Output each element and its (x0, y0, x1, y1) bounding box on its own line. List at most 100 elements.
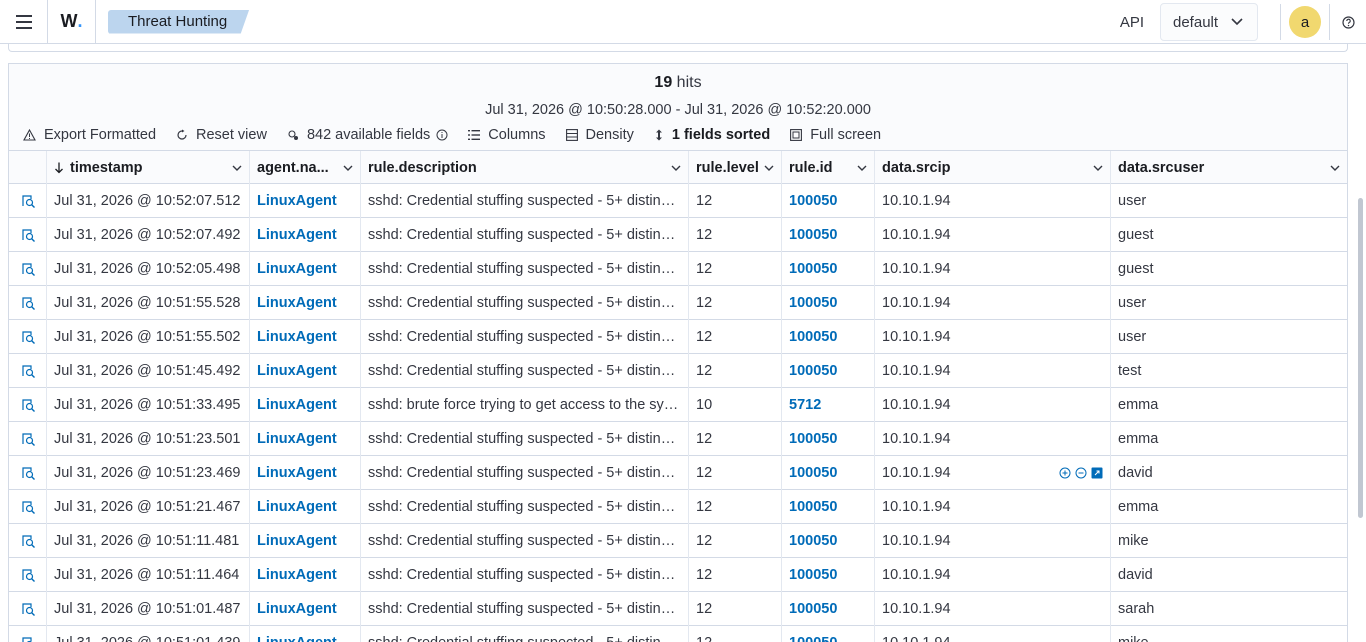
agent-link[interactable]: LinuxAgent (257, 567, 337, 583)
agent-link[interactable]: LinuxAgent (257, 431, 337, 447)
available-fields-button[interactable]: 842 available fields (287, 127, 448, 143)
rule-id-link[interactable]: 100050 (789, 499, 837, 515)
cell-rule-description[interactable]: sshd: Credential stuffing suspected - 5+… (361, 626, 689, 642)
column-header-rule-description[interactable]: rule.description (361, 151, 689, 185)
cell-agent-name[interactable]: LinuxAgent (250, 592, 361, 626)
full-screen-button[interactable]: Full screen (790, 127, 881, 143)
user-menu[interactable]: a (1281, 0, 1329, 44)
cell-data-srcuser[interactable]: emma (1111, 422, 1347, 456)
cell-timestamp[interactable]: Jul 31, 2026 @ 10:51:33.495 (47, 388, 250, 422)
inspect-button[interactable] (9, 592, 47, 626)
column-header-rule-id[interactable]: rule.id (782, 151, 875, 185)
cell-data-srcip[interactable]: 10.10.1.94 (875, 558, 1111, 592)
cell-timestamp[interactable]: Jul 31, 2026 @ 10:52:07.512 (47, 184, 250, 218)
rule-id-link[interactable]: 100050 (789, 261, 837, 277)
cell-data-srcuser[interactable]: david (1111, 456, 1347, 490)
cell-timestamp[interactable]: Jul 31, 2026 @ 10:51:01.487 (47, 592, 250, 626)
inspect-button[interactable] (9, 456, 47, 490)
cell-agent-name[interactable]: LinuxAgent (250, 286, 361, 320)
cell-rule-description[interactable]: sshd: Credential stuffing suspected - 5+… (361, 286, 689, 320)
cell-rule-description[interactable]: sshd: Credential stuffing suspected - 5+… (361, 524, 689, 558)
cell-data-srcip[interactable]: 10.10.1.94 (875, 388, 1111, 422)
cell-data-srcip[interactable]: 10.10.1.94 (875, 490, 1111, 524)
cell-agent-name[interactable]: LinuxAgent (250, 218, 361, 252)
inspect-button[interactable] (9, 422, 47, 456)
inspect-button[interactable] (9, 524, 47, 558)
cell-data-srcuser[interactable]: emma (1111, 490, 1347, 524)
inspect-button[interactable] (9, 252, 47, 286)
sort-fields-button[interactable]: 1 fields sorted (654, 127, 770, 143)
cell-data-srcuser[interactable]: mike (1111, 524, 1347, 558)
inspect-button[interactable] (9, 354, 47, 388)
cell-data-srcuser[interactable]: mike (1111, 626, 1347, 642)
cell-rule-level[interactable]: 10 (689, 388, 782, 422)
agent-link[interactable]: LinuxAgent (257, 533, 337, 549)
cell-rule-id[interactable]: 100050 (782, 184, 875, 218)
cell-agent-name[interactable]: LinuxAgent (250, 320, 361, 354)
cell-rule-id[interactable]: 100050 (782, 354, 875, 388)
chevron-down-icon[interactable] (671, 165, 681, 171)
cell-rule-level[interactable]: 12 (689, 286, 782, 320)
cell-rule-description[interactable]: sshd: Credential stuffing suspected - 5+… (361, 456, 689, 490)
cell-data-srcip[interactable]: 10.10.1.94 (875, 626, 1111, 642)
cell-rule-level[interactable]: 12 (689, 252, 782, 286)
cell-data-srcuser[interactable]: emma (1111, 388, 1347, 422)
space-selector[interactable]: default (1160, 3, 1258, 41)
expand-cell-icon[interactable] (1091, 467, 1103, 479)
menu-button[interactable] (0, 0, 48, 44)
cell-data-srcip[interactable]: 10.10.1.94 (875, 184, 1111, 218)
cell-agent-name[interactable]: LinuxAgent (250, 388, 361, 422)
cell-rule-id[interactable]: 100050 (782, 558, 875, 592)
help-button[interactable] (1330, 0, 1366, 44)
rule-id-link[interactable]: 100050 (789, 431, 837, 447)
cell-rule-id[interactable]: 100050 (782, 320, 875, 354)
cell-rule-level[interactable]: 12 (689, 320, 782, 354)
cell-rule-level[interactable]: 12 (689, 524, 782, 558)
chevron-down-icon[interactable] (343, 165, 353, 171)
cell-agent-name[interactable]: LinuxAgent (250, 524, 361, 558)
inspect-button[interactable] (9, 558, 47, 592)
inspect-button[interactable] (9, 320, 47, 354)
cell-timestamp[interactable]: Jul 31, 2026 @ 10:51:55.528 (47, 286, 250, 320)
cell-agent-name[interactable]: LinuxAgent (250, 422, 361, 456)
cell-timestamp[interactable]: Jul 31, 2026 @ 10:51:23.469 (47, 456, 250, 490)
cell-rule-level[interactable]: 12 (689, 592, 782, 626)
cell-rule-description[interactable]: sshd: Credential stuffing suspected - 5+… (361, 558, 689, 592)
cell-timestamp[interactable]: Jul 31, 2026 @ 10:51:55.502 (47, 320, 250, 354)
columns-button[interactable]: Columns (468, 127, 546, 143)
cell-agent-name[interactable]: LinuxAgent (250, 558, 361, 592)
cell-timestamp[interactable]: Jul 31, 2026 @ 10:51:21.467 (47, 490, 250, 524)
rule-id-link[interactable]: 5712 (789, 397, 821, 413)
cell-rule-level[interactable]: 12 (689, 456, 782, 490)
agent-link[interactable]: LinuxAgent (257, 465, 337, 481)
inspect-button[interactable] (9, 490, 47, 524)
cell-rule-level[interactable]: 12 (689, 626, 782, 642)
rule-id-link[interactable]: 100050 (789, 227, 837, 243)
cell-rule-description[interactable]: sshd: Credential stuffing suspected - 5+… (361, 422, 689, 456)
cell-agent-name[interactable]: LinuxAgent (250, 354, 361, 388)
chevron-down-icon[interactable] (857, 165, 867, 171)
cell-rule-id[interactable]: 5712 (782, 388, 875, 422)
cell-data-srcuser[interactable]: test (1111, 354, 1347, 388)
cell-data-srcip[interactable]: 10.10.1.94 (875, 320, 1111, 354)
chevron-down-icon[interactable] (1093, 165, 1103, 171)
rule-id-link[interactable]: 100050 (789, 635, 837, 642)
cell-timestamp[interactable]: Jul 31, 2026 @ 10:52:05.498 (47, 252, 250, 286)
column-header-data-srcuser[interactable]: data.srcuser (1111, 151, 1347, 185)
cell-rule-id[interactable]: 100050 (782, 218, 875, 252)
cell-data-srcip[interactable]: 10.10.1.94 (875, 252, 1111, 286)
cell-rule-level[interactable]: 12 (689, 558, 782, 592)
column-header-data-srcip[interactable]: data.srcip (875, 151, 1111, 185)
cell-agent-name[interactable]: LinuxAgent (250, 252, 361, 286)
rule-id-link[interactable]: 100050 (789, 567, 837, 583)
cell-timestamp[interactable]: Jul 31, 2026 @ 10:51:23.501 (47, 422, 250, 456)
cell-rule-id[interactable]: 100050 (782, 422, 875, 456)
page-scrollbar[interactable] (1358, 198, 1363, 518)
agent-link[interactable]: LinuxAgent (257, 295, 337, 311)
cell-data-srcip[interactable]: 10.10.1.94 (875, 218, 1111, 252)
cell-rule-level[interactable]: 12 (689, 490, 782, 524)
export-formatted-button[interactable]: Export Formatted (23, 127, 156, 143)
cell-rule-description[interactable]: sshd: Credential stuffing suspected - 5+… (361, 252, 689, 286)
agent-link[interactable]: LinuxAgent (257, 499, 337, 515)
cell-rule-level[interactable]: 12 (689, 184, 782, 218)
